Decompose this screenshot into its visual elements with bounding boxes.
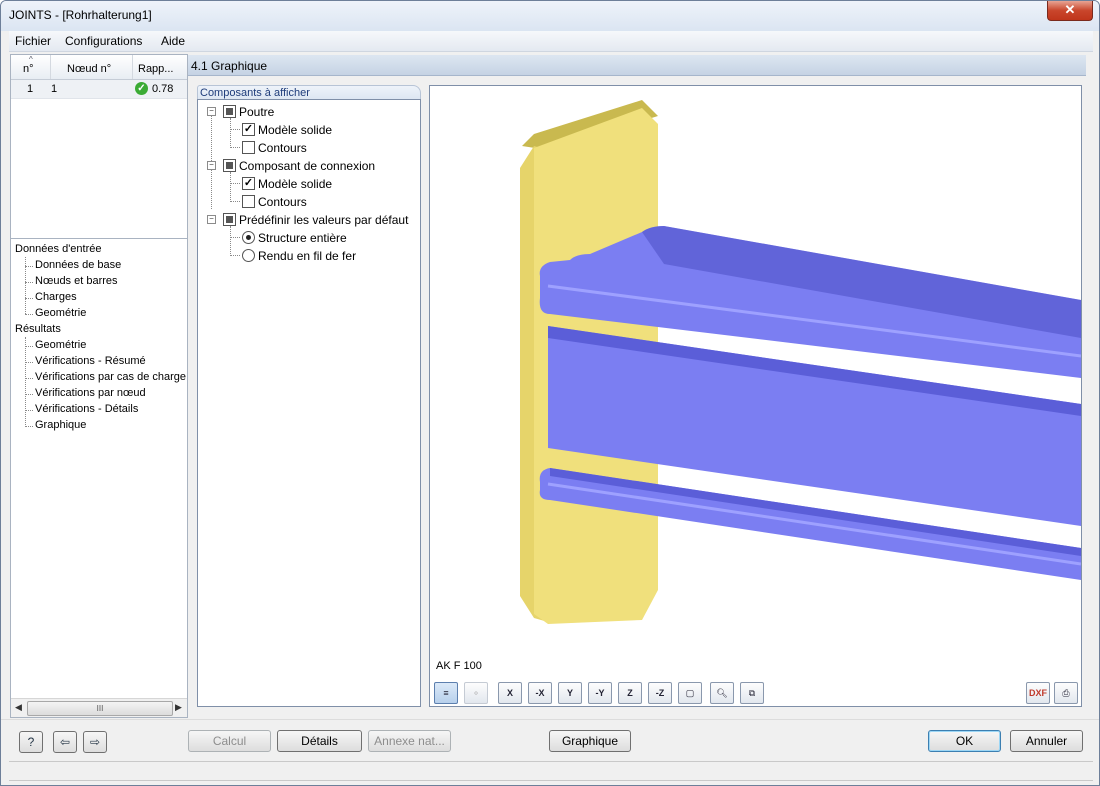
view-y-button[interactable]: Y <box>558 682 582 704</box>
nav-item-checks-details[interactable]: Vérifications - Détails <box>24 403 138 415</box>
beam-contours-label: Contours <box>258 141 307 155</box>
whole-structure-label: Structure entière <box>258 231 347 245</box>
collapse-icon[interactable]: − <box>207 215 216 224</box>
view-neg-x-button[interactable]: -X <box>528 682 552 704</box>
components-tab-label: Composants à afficher <box>200 87 310 99</box>
section-label: AK F 100 <box>436 660 482 672</box>
joints-window: JOINTS - [Rohrhalterung1] ✕ Fichier Conf… <box>0 0 1100 786</box>
national-annex-button[interactable]: Annexe nat... <box>368 730 451 752</box>
status-bar <box>9 761 1093 781</box>
nav-item-geometry-results[interactable]: Geométrie <box>24 339 86 351</box>
scroll-right-icon[interactable]: ▶ <box>175 702 182 713</box>
cancel-button[interactable]: Annuler <box>1010 730 1083 752</box>
column-header-ratio[interactable]: Rapp... <box>138 63 173 75</box>
group-defaults-label: Prédéfinir les valeurs par défaut <box>239 213 409 227</box>
check-ok-icon: ✓ <box>135 82 148 95</box>
panel-splitter[interactable] <box>11 238 187 239</box>
connection-solid-model-checkbox[interactable]: ✓ <box>242 177 255 190</box>
nav-item-loads[interactable]: Charges <box>25 291 77 303</box>
group-beam-label: Poutre <box>239 105 275 119</box>
horizontal-scrollbar[interactable]: ◀ III ▶ <box>11 698 187 717</box>
beam-solid-model-checkbox[interactable]: ✓ <box>242 123 255 136</box>
graphic-viewport[interactable]: AK F 100 ≡ ⚬ X -X Y -Y Z -Z ▢ 🔍︎ ⧉ DXF ⎙ <box>429 85 1082 707</box>
calc-button[interactable]: Calcul <box>188 730 271 752</box>
nav-item-geometry-input[interactable]: Geométrie <box>24 307 86 319</box>
help-icon[interactable]: ? <box>19 731 43 753</box>
column-header-node[interactable]: Nœud n° <box>67 63 111 75</box>
view-neg-y-button[interactable]: -Y <box>588 682 612 704</box>
copy-view-icon[interactable]: ⧉ <box>740 682 764 704</box>
connection-solid-model-label: Modèle solide <box>258 177 333 191</box>
wireframe-label: Rendu en fil de fer <box>258 249 357 263</box>
collapse-icon[interactable]: − <box>207 161 216 170</box>
nav-item-graphic[interactable]: Graphique <box>24 419 86 431</box>
components-panel: − Poutre ✓ Modèle solide Contours − Comp… <box>197 99 421 707</box>
results-grid-header: ^ n° Nœud n° Rapp... <box>11 55 187 80</box>
menu-bar: Fichier Configurations Aide <box>9 31 1093 52</box>
table-row[interactable]: 1 1 ✓ 0.78 <box>11 80 187 99</box>
cell-node: 1 <box>51 83 58 95</box>
export-icon[interactable]: ⇨ <box>83 731 107 753</box>
nav-group-input[interactable]: Données d'entrée <box>15 243 102 255</box>
whole-structure-radio[interactable] <box>242 231 255 244</box>
bottom-bar: ? ⇦ ⇨ Calcul Détails Annexe nat... Graph… <box>1 719 1099 762</box>
render-mode-icon[interactable]: ≡ <box>434 682 458 704</box>
details-button[interactable]: Détails <box>277 730 362 752</box>
left-panel: ^ n° Nœud n° Rapp... 1 1 ✓ 0.78 Données … <box>10 54 188 718</box>
zoom-all-icon[interactable]: 🔍︎ <box>710 682 734 704</box>
nav-item-nodes-members[interactable]: Nœuds et barres <box>25 275 118 287</box>
beam-contours-checkbox[interactable] <box>242 141 255 154</box>
scroll-left-icon[interactable]: ◀ <box>15 702 22 713</box>
isometric-view-icon[interactable]: ▢ <box>678 682 702 704</box>
nav-group-results[interactable]: Résultats <box>15 323 61 335</box>
nav-item-checks-by-load-case[interactable]: Vérifications par cas de charge <box>24 371 186 383</box>
nav-item-checks-by-node[interactable]: Vérifications par nœud <box>25 387 146 399</box>
light-icon[interactable]: ⚬ <box>464 682 488 704</box>
beam-solid-model-label: Modèle solide <box>258 123 333 137</box>
connection-contours-label: Contours <box>258 195 307 209</box>
nav-item-basic-data[interactable]: Données de base <box>24 259 121 271</box>
group-connection-label: Composant de connexion <box>239 159 376 173</box>
graphic-toolbar: ≡ ⚬ X -X Y -Y Z -Z ▢ 🔍︎ ⧉ DXF ⎙ <box>434 682 1079 704</box>
window-title: JOINTS - [Rohrhalterung1] <box>9 8 152 22</box>
view-z-button[interactable]: Z <box>618 682 642 704</box>
ok-button[interactable]: OK <box>928 730 1001 752</box>
collapse-icon[interactable]: − <box>207 107 216 116</box>
menu-configurations[interactable]: Configurations <box>65 34 142 48</box>
dxf-export-button[interactable]: DXF <box>1026 682 1050 704</box>
scroll-thumb[interactable]: III <box>27 701 173 716</box>
connection-contours-checkbox[interactable] <box>242 195 255 208</box>
menu-aide[interactable]: Aide <box>161 34 185 48</box>
cell-no: 1 <box>27 83 34 95</box>
group-connection-checkbox[interactable] <box>223 159 236 172</box>
import-icon[interactable]: ⇦ <box>53 731 77 753</box>
section-title: 4.1 Graphique <box>191 59 268 73</box>
joint-3d-render <box>520 100 1081 624</box>
view-x-button[interactable]: X <box>498 682 522 704</box>
cell-ratio: 0.78 <box>152 83 174 95</box>
group-beam-checkbox[interactable] <box>223 105 236 118</box>
close-window-button[interactable]: ✕ <box>1047 1 1093 21</box>
column-header-no[interactable]: n° <box>23 63 34 75</box>
wireframe-radio[interactable] <box>242 249 255 262</box>
print-icon[interactable]: ⎙ <box>1054 682 1078 704</box>
graphic-button[interactable]: Graphique <box>549 730 631 752</box>
components-tab: Composants à afficher <box>197 85 421 100</box>
nav-item-checks-summary[interactable]: Vérifications - Résumé <box>25 355 146 367</box>
group-defaults-checkbox[interactable] <box>223 213 236 226</box>
title-bar: JOINTS - [Rohrhalterung1] ✕ <box>1 1 1099 31</box>
view-neg-z-button[interactable]: -Z <box>648 682 672 704</box>
menu-fichier[interactable]: Fichier <box>15 34 51 48</box>
section-header: 4.1 Graphique <box>188 55 1086 76</box>
